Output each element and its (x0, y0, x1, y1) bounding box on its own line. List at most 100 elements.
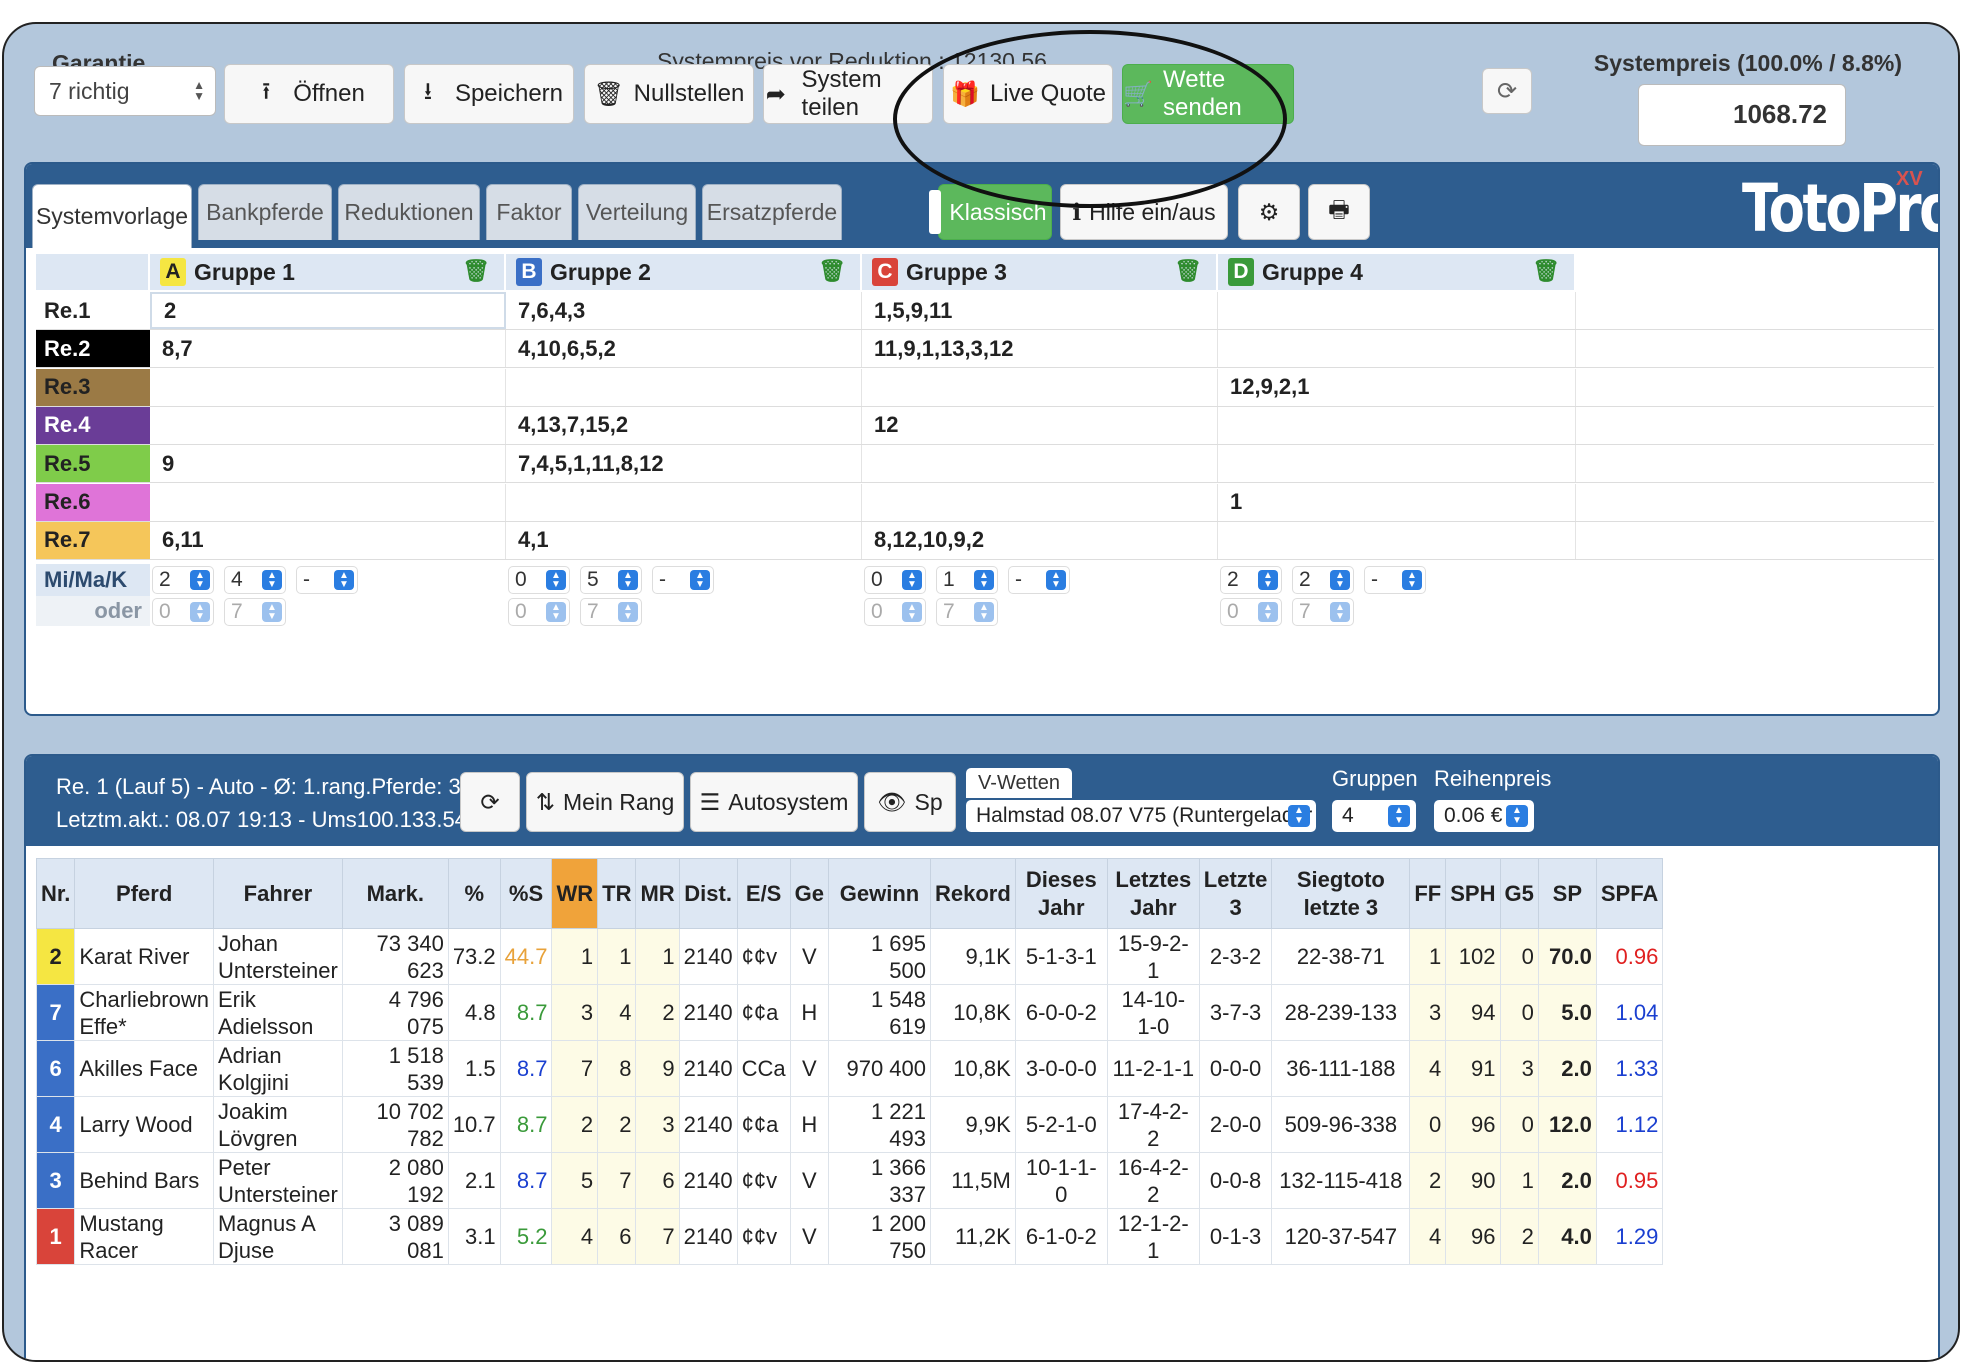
reset-button[interactable]: 🗑 Nullstellen (584, 64, 754, 124)
klassisch-toggle[interactable]: Klassisch (929, 184, 1052, 240)
rank-cell[interactable]: 12,9,2,1 (1218, 368, 1576, 406)
mimak-select[interactable]: 5 ▲ ▼ (580, 566, 642, 595)
save-button[interactable]: ⭳ Speichern (404, 64, 574, 124)
oder-select[interactable]: 7 ▲ ▼ (580, 598, 642, 627)
rank-cell[interactable]: 12 (862, 406, 1218, 444)
trash-icon[interactable]: 🗑 (462, 258, 490, 284)
vwetten-tab[interactable]: V-Wetten (966, 768, 1072, 798)
rank-cell[interactable] (506, 368, 862, 406)
rank-cell[interactable]: 2 (150, 292, 506, 329)
share-system-button[interactable]: ➦ System teilen (763, 64, 933, 124)
rank-cell[interactable]: 1 (1218, 483, 1576, 521)
mimak-select[interactable]: 2 ▲ ▼ (1292, 566, 1354, 595)
mein-rang-button[interactable]: ⇅ Mein Rang (526, 772, 684, 832)
tab-reduktionen[interactable]: Reduktionen (338, 184, 480, 240)
rank-cell[interactable] (506, 483, 862, 521)
rank-cell[interactable]: 4,13,7,15,2 (506, 406, 862, 444)
mimak-select[interactable]: 2 ▲ ▼ (152, 566, 214, 595)
column-header[interactable]: TR (597, 858, 637, 929)
column-header[interactable]: Rekord (930, 858, 1016, 929)
oder-select[interactable]: 0 ▲ ▼ (508, 598, 570, 627)
column-header[interactable]: Pferd (74, 858, 214, 929)
tab-bankpferde[interactable]: Bankpferde (198, 184, 332, 240)
mimak-select[interactable]: 0 ▲ ▼ (508, 566, 570, 595)
print-button[interactable]: 🖶 (1308, 184, 1370, 240)
open-button[interactable]: ⭱ Öffnen (224, 64, 394, 124)
rank-cell[interactable]: 8,7 (150, 330, 506, 368)
column-header[interactable]: Letzte 3 (1198, 858, 1273, 929)
help-toggle-button[interactable]: ℹ Hilfe ein/aus (1060, 184, 1228, 240)
oder-select[interactable]: 0 ▲ ▼ (864, 598, 926, 627)
oder-select[interactable]: 0 ▲ ▼ (1220, 598, 1282, 627)
column-header[interactable]: WR (551, 858, 599, 929)
column-header[interactable]: Siegtoto letzte 3 (1271, 858, 1411, 929)
column-header[interactable]: Dieses Jahr (1014, 858, 1108, 929)
rank-cell[interactable]: 4,1 (506, 521, 862, 559)
table-row[interactable]: 1 Mustang Racer Magnus A Djuse 3 089 081 3.1… (35, 1208, 1664, 1265)
autosystem-button[interactable]: ☰ Autosystem (690, 772, 858, 832)
gruppen-select[interactable]: 4 ▲ ▼ (1332, 800, 1416, 832)
rank-cell[interactable]: 7,4,5,1,11,8,12 (506, 445, 862, 483)
column-header[interactable]: Mark. (341, 858, 449, 929)
table-row[interactable]: 2 Karat River Johan Untersteiner 73 340 623… (35, 928, 1664, 985)
rank-cell[interactable] (1218, 330, 1576, 368)
mimak-select[interactable]: - ▲ ▼ (1364, 566, 1426, 595)
oder-select[interactable]: 0 ▲ ▼ (152, 598, 214, 627)
rank-cell[interactable]: 4,10,6,5,2 (506, 330, 862, 368)
mimak-select[interactable]: 0 ▲ ▼ (864, 566, 926, 595)
rank-cell[interactable]: 8,12,10,9,2 (862, 521, 1218, 559)
send-bet-button[interactable]: 🛒 Wette senden (1122, 64, 1294, 124)
column-header[interactable]: Gewinn (828, 858, 931, 929)
column-header[interactable]: MR (635, 858, 680, 929)
rank-cell[interactable] (1218, 292, 1576, 329)
rank-cell[interactable]: 9 (150, 445, 506, 483)
rank-cell[interactable] (862, 483, 1218, 521)
oder-select[interactable]: 7 ▲ ▼ (1292, 598, 1354, 627)
column-header[interactable]: Nr. (35, 858, 76, 929)
rank-cell[interactable]: 7,6,4,3 (506, 292, 862, 329)
trash-icon[interactable]: 🗑 (1532, 258, 1560, 284)
column-header[interactable]: SPFA (1595, 858, 1664, 929)
column-header[interactable]: SP (1537, 858, 1597, 929)
sp-button[interactable]: 👁 Sp (864, 772, 956, 832)
column-header[interactable]: Letztes Jahr (1106, 858, 1200, 929)
trash-icon[interactable]: 🗑 (818, 258, 846, 284)
column-header[interactable]: E/S (736, 858, 791, 929)
column-header[interactable]: %S (499, 858, 553, 929)
tab-faktor[interactable]: Faktor (486, 184, 572, 240)
mimak-select[interactable]: 2 ▲ ▼ (1220, 566, 1282, 595)
live-quote-button[interactable]: 🎁 Live Quote (943, 64, 1113, 124)
table-row[interactable]: 3 Behind Bars Peter Untersteiner 2 080 192 2… (35, 1152, 1664, 1209)
rank-cell[interactable] (862, 445, 1218, 483)
mimak-select[interactable]: - ▲ ▼ (296, 566, 358, 595)
column-header[interactable]: Ge (789, 858, 830, 929)
rank-cell[interactable] (1218, 445, 1576, 483)
table-row[interactable]: 7 Charliebrown Effe* Erik Adielsson 4 796 0… (35, 984, 1664, 1041)
vwetten-select[interactable]: Halmstad 08.07 V75 (Runtergelader ▲ ▼ (966, 800, 1316, 832)
rank-cell[interactable]: 1,5,9,11 (862, 292, 1218, 329)
tab-ersatzpferde[interactable]: Ersatzpferde (702, 184, 842, 240)
tab-verteilung[interactable]: Verteilung (578, 184, 696, 240)
mimak-select[interactable]: - ▲ ▼ (1008, 566, 1070, 595)
mimak-select[interactable]: 1 ▲ ▼ (936, 566, 998, 595)
rank-cell[interactable]: 11,9,1,13,3,12 (862, 330, 1218, 368)
oder-select[interactable]: 7 ▲ ▼ (936, 598, 998, 627)
rank-cell[interactable] (1218, 406, 1576, 444)
table-row[interactable]: 6 Akilles Face Adrian Kolgjini 1 518 539 1.5… (35, 1040, 1664, 1097)
column-header[interactable]: Dist. (678, 858, 738, 929)
table-row[interactable]: 4 Larry Wood Joakim Lövgren 10 702 782 10.7 8… (35, 1096, 1664, 1153)
column-header[interactable]: Fahrer (212, 858, 343, 929)
oder-select[interactable]: 7 ▲ ▼ (224, 598, 286, 627)
rank-cell[interactable] (150, 406, 506, 444)
rank-cell[interactable]: 6,11 (150, 521, 506, 559)
rank-cell[interactable] (150, 368, 506, 406)
garantie-select[interactable]: 7 richtig ▲ ▼ (34, 66, 216, 116)
reload-button[interactable]: ⟳ (460, 772, 520, 832)
mimak-select[interactable]: - ▲ ▼ (652, 566, 714, 595)
column-header[interactable]: FF (1409, 858, 1447, 929)
refresh-button[interactable]: ⟳ (1482, 68, 1532, 114)
column-header[interactable]: % (447, 858, 501, 929)
trash-icon[interactable]: 🗑 (1174, 258, 1202, 284)
tab-systemvorlage[interactable]: Systemvorlage (32, 184, 192, 248)
mimak-select[interactable]: 4 ▲ ▼ (224, 566, 286, 595)
